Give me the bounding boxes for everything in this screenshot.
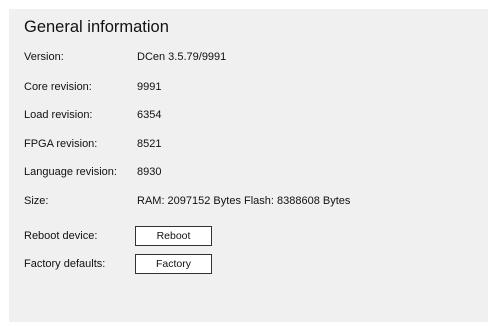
language-revision-label: Language revision: xyxy=(24,166,117,178)
version-label: Version: xyxy=(24,51,64,63)
version-value: DCen 3.5.79/9991 xyxy=(137,51,227,63)
general-information-panel: General information Version: DCen 3.5.79… xyxy=(9,9,488,322)
panel-title: General information xyxy=(24,18,169,36)
factory-button[interactable]: Factory xyxy=(135,254,212,274)
factory-defaults-label: Factory defaults: xyxy=(24,258,106,270)
language-revision-value: 8930 xyxy=(137,166,162,178)
core-revision-value: 9991 xyxy=(137,81,162,93)
core-revision-label: Core revision: xyxy=(24,81,92,93)
load-revision-value: 6354 xyxy=(137,109,162,121)
fpga-revision-label: FPGA revision: xyxy=(24,138,98,150)
reboot-device-label: Reboot device: xyxy=(24,230,98,242)
load-revision-label: Load revision: xyxy=(24,109,93,121)
size-value: RAM: 2097152 Bytes Flash: 8388608 Bytes xyxy=(137,195,351,207)
fpga-revision-value: 8521 xyxy=(137,138,162,150)
reboot-button[interactable]: Reboot xyxy=(135,226,212,246)
size-label: Size: xyxy=(24,195,49,207)
